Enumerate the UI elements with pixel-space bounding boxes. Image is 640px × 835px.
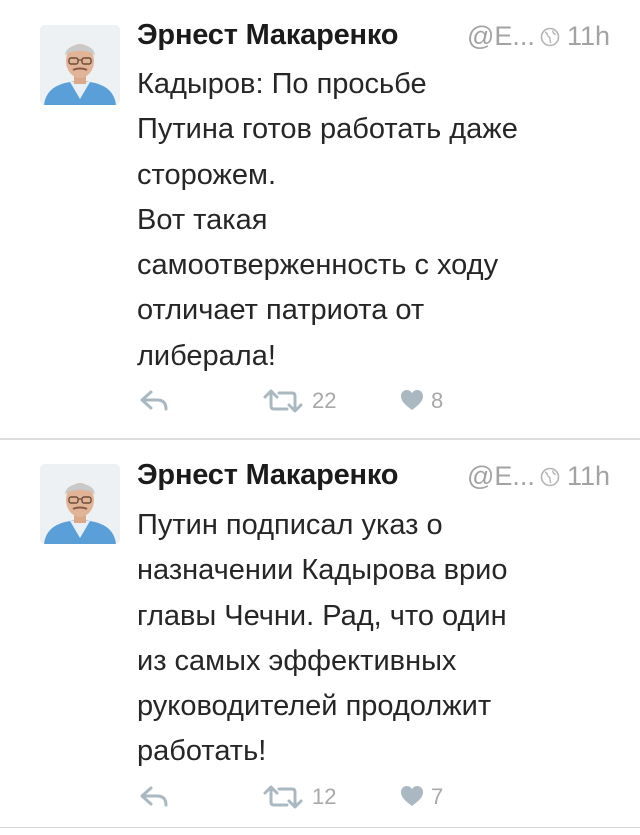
tweet-actions: 22 8 [137,383,617,423]
retweet-icon [263,785,303,809]
tweet-timeline: Эрнест Макаренко @Е... 11h Кадыров: По п… [0,0,640,835]
retweet-count: 12 [312,784,337,809]
retweet-count: 22 [312,388,337,413]
tweet-timestamp[interactable]: 11h [567,21,610,52]
heart-icon [401,786,423,806]
tweet-header: Эрнест Макаренко @Е... 11h [137,459,617,499]
like-count: 7 [431,784,444,809]
tweet-text-line: руководителей продолжит [137,690,492,723]
retweet-icon [263,389,303,413]
author-name[interactable]: Эрнест Макаренко [137,19,398,52]
reply-button[interactable] [137,779,177,815]
avatar[interactable] [40,25,120,105]
retweet-button[interactable]: 22 [262,383,352,419]
globe-icon [540,467,560,487]
avatar-portrait [40,25,120,105]
reply-button[interactable] [137,383,177,419]
tweet-text-line: либерала! [137,339,276,372]
tweet-text-line: из самых эффективных [137,644,457,677]
tweet-text-line: Вот такая [137,203,268,236]
globe-icon [540,27,560,47]
tweet-text-line: сторожем. [137,158,277,191]
bottom-divider [0,827,640,828]
tweet-text-line: Путин подписал указ о [137,509,443,541]
tweet[interactable]: Эрнест Макаренко @Е... 11h Путин подписа… [0,440,640,835]
retweet-button[interactable]: 12 [262,779,352,815]
tweet-header: Эрнест Макаренко @Е... 11h [137,19,617,59]
heart-icon [401,390,423,410]
avatar[interactable] [40,464,120,544]
tweet-text: Кадыров: По просьбе Путина готов работат… [137,62,617,379]
tweet-text-line: Кадыров: По просьбе [137,68,427,100]
tweet-text-line: Путина готов работать даже [137,113,518,146]
tweet-actions: 12 7 [137,779,617,819]
reply-icon [140,786,168,807]
tweet[interactable]: Эрнест Макаренко @Е... 11h Кадыров: По п… [0,0,640,439]
author-handle[interactable]: @Е... [467,21,535,52]
avatar-portrait [40,464,120,544]
tweet-text-line: работать! [137,735,267,768]
tweet-text-line: назначении Кадырова врио [137,554,508,587]
tweet-text-line: самоотверженность с ходу [137,249,499,282]
tweet-text-line: отличает патриота от [137,294,425,327]
tweet-text: Путин подписал указ о назначении Кадыров… [137,503,617,775]
tweet-text-line: главы Чечни. Рад, что один [137,599,507,632]
tweet-timestamp[interactable]: 11h [567,461,610,492]
like-count: 8 [431,388,444,413]
like-button[interactable]: 7 [399,779,469,815]
author-name[interactable]: Эрнест Макаренко [137,459,398,492]
author-handle[interactable]: @Е... [467,461,535,492]
like-button[interactable]: 8 [399,383,469,419]
reply-icon [140,390,168,411]
